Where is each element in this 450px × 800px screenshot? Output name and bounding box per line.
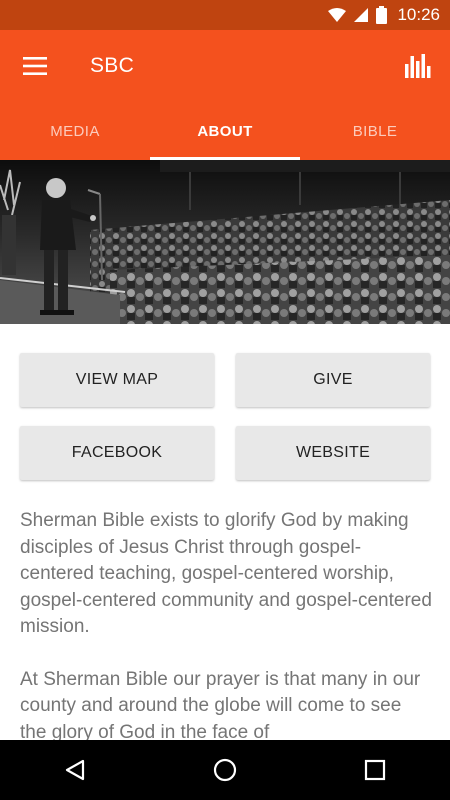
about-description: Sherman Bible exists to glorify God by m… bbox=[20, 508, 432, 772]
website-button[interactable]: WEBSITE bbox=[236, 426, 430, 480]
status-bar: 10:26 bbox=[0, 0, 450, 30]
system-nav-bar bbox=[0, 740, 450, 800]
tab-bible[interactable]: BIBLE bbox=[300, 102, 450, 160]
hamburger-menu-icon[interactable] bbox=[0, 30, 70, 102]
hero-photo-illustration bbox=[0, 160, 450, 324]
tab-bar: MEDIA ABOUT BIBLE bbox=[0, 102, 450, 160]
status-icons bbox=[328, 6, 388, 24]
status-time: 10:26 bbox=[397, 5, 440, 24]
battery-icon bbox=[376, 6, 388, 24]
home-circle-icon[interactable] bbox=[195, 740, 255, 800]
app-title: SBC bbox=[90, 54, 135, 77]
facebook-button[interactable]: FACEBOOK bbox=[20, 426, 214, 480]
bar-chart-icon[interactable] bbox=[400, 48, 436, 84]
wifi-icon bbox=[328, 8, 347, 22]
about-paragraph-prayer: At Sherman Bible our prayer is that many… bbox=[20, 668, 421, 743]
tab-media[interactable]: MEDIA bbox=[0, 102, 150, 160]
action-button-grid: VIEW MAP GIVE FACEBOOK WEBSITE bbox=[20, 353, 430, 480]
app-bar: SBC bbox=[0, 30, 450, 102]
back-triangle-icon[interactable] bbox=[45, 740, 105, 800]
view-map-button[interactable]: VIEW MAP bbox=[20, 353, 214, 407]
about-paragraph-mission: Sherman Bible exists to glorify God by m… bbox=[20, 510, 432, 637]
hero-image bbox=[0, 160, 450, 324]
cell-signal-icon bbox=[354, 8, 369, 22]
recents-square-icon[interactable] bbox=[345, 740, 405, 800]
tab-about[interactable]: ABOUT bbox=[150, 102, 300, 160]
give-button[interactable]: GIVE bbox=[236, 353, 430, 407]
